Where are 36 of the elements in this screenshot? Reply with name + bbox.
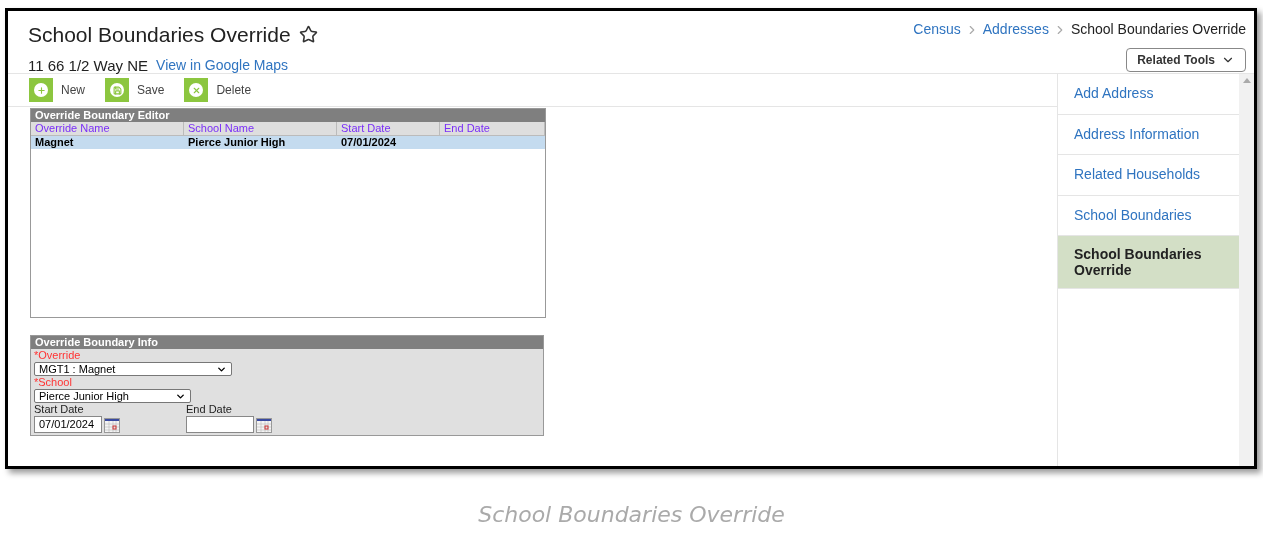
column-header[interactable]: School Name	[184, 122, 337, 135]
related-tools-button[interactable]: Related Tools	[1126, 48, 1246, 72]
field-label: *Override	[34, 349, 82, 362]
toolbar-button[interactable]: New	[29, 78, 85, 102]
sidebar-item[interactable]: School Boundaries Override	[1058, 236, 1239, 289]
date-field[interactable]	[186, 416, 254, 433]
map-link[interactable]: View in Google Maps	[156, 55, 289, 77]
column-header[interactable]: End Date	[440, 122, 545, 135]
toolbar-button[interactable]: Delete	[184, 78, 252, 102]
panel-title: Override Boundary Info	[31, 336, 543, 349]
field-label: Start Date	[34, 403, 85, 416]
star-icon[interactable]	[298, 25, 318, 45]
figure-caption: School Boundaries Override	[477, 501, 786, 529]
table-cell-text: 07/01/2024	[340, 136, 398, 149]
panel-title: Override Boundary Editor	[31, 109, 545, 122]
column-header[interactable]: Start Date	[337, 122, 440, 135]
table-cell-text: Pierce Junior High	[187, 136, 287, 149]
breadcrumb-link[interactable]: Addresses	[982, 19, 1049, 40]
column-header[interactable]: Override Name	[31, 122, 184, 135]
plus-icon	[29, 78, 53, 102]
table-row[interactable]: Magnet Pierce Junior High 07/01/2024	[31, 136, 545, 149]
select-field[interactable]: MGT1 : Magnet	[34, 362, 232, 376]
toolbar-button[interactable]: Save	[105, 78, 165, 102]
breadcrumb-link[interactable]: Census	[913, 19, 961, 40]
field-label: *School	[34, 376, 73, 389]
table-cell-text: Magnet	[34, 136, 75, 149]
address-text: 11 66 1/2 Way NE	[28, 55, 149, 76]
save-icon	[105, 78, 129, 102]
breadcrumb-current: School Boundaries Override	[1070, 20, 1246, 39]
page-title: School Boundaries Override	[28, 22, 291, 48]
calendar-icon[interactable]	[104, 418, 120, 433]
close-icon	[184, 78, 209, 102]
field-label: End Date	[186, 403, 233, 416]
calendar-icon[interactable]	[256, 418, 272, 433]
select-field[interactable]: Pierce Junior High	[34, 389, 191, 403]
date-field[interactable]: 07/01/2024	[34, 416, 102, 433]
